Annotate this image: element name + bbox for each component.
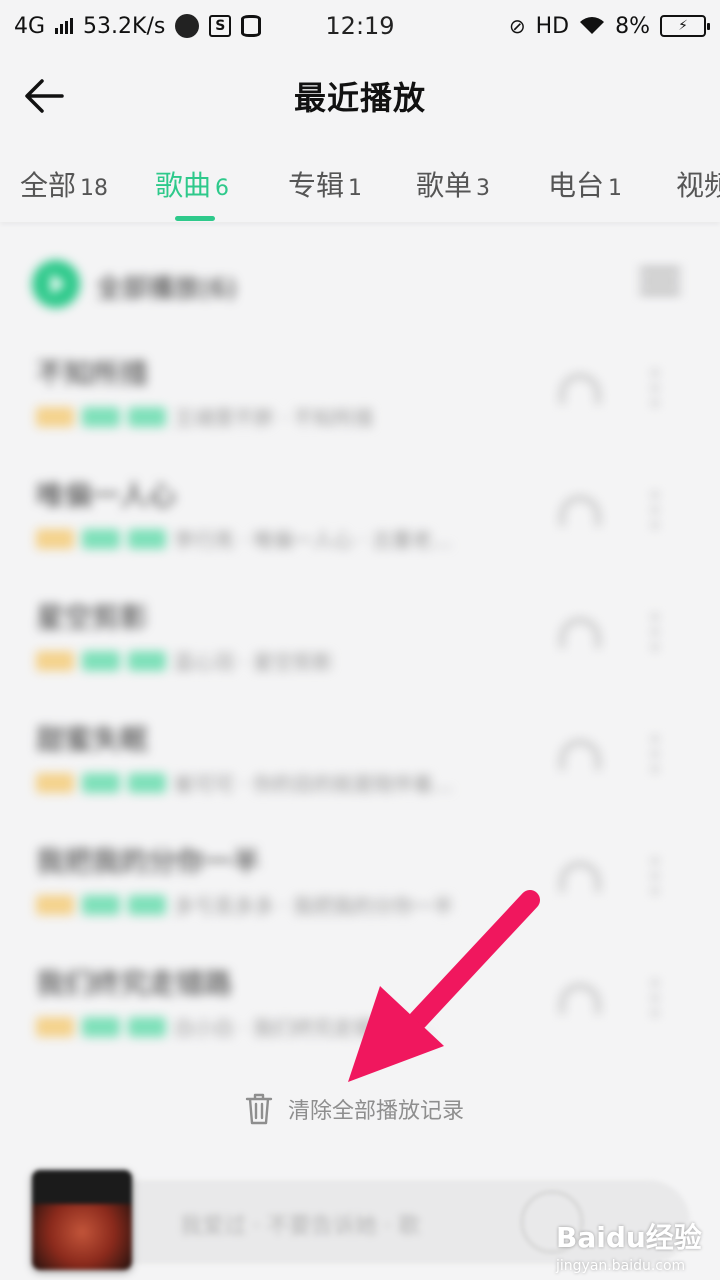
tab-all-count: 18 [80,176,109,201]
network-type: 4G [14,13,46,39]
song-subtitle: 李行亮 · 唯偏一人心 · 古董老… [174,528,453,552]
list-item[interactable]: 星空剪影 蓝心羽 · 星空剪影 [0,596,720,718]
tab-radio-count: 1 [608,176,623,201]
song-subtitle: 崔可可 · 你的目的就是陪伴着… [174,772,454,796]
song-subtitle: 王靖雯不胖 · 不知所措 [174,406,374,430]
mute-icon: ⊘ [508,14,526,38]
list-item[interactable]: 我们终究走错路 白小白 · 我们终究走错路 · … [0,962,720,1084]
hd-label: HD [535,13,570,39]
clear-history-label: 清除全部播放记录 [288,1099,465,1124]
headphone-icon [560,496,600,526]
watermark-logo: Baidu经验 [556,1221,702,1254]
song-subtitle: 白小白 · 我们终究走错路 · … [174,1016,433,1040]
tab-songs-count: 6 [215,176,230,201]
tab-playlists-label: 歌单 [416,169,473,202]
tab-songs-label: 歌曲 [155,169,212,202]
tab-albums-count: 1 [348,176,363,201]
song-meta: 李行亮 · 唯偏一人心 · 古董老… [36,524,452,553]
headphone-icon [560,374,600,404]
header: 最近播放 [0,52,720,140]
baidu-watermark: Baidu经验 jingyan.baidu.com [556,1216,702,1274]
tab-albums-label: 专辑 [288,169,345,202]
play-all-icon[interactable] [32,260,80,308]
song-meta: 崔可可 · 你的目的就是陪伴着… [36,768,453,797]
list-item[interactable]: 甜蜜失眠 崔可可 · 你的目的就是陪伴着… [0,718,720,840]
list-item[interactable]: 唯偏一人心 李行亮 · 唯偏一人心 · 古董老… [0,474,720,596]
song-list: 全部播放(6) 不知所措 王靖雯不胖 · 不知所措 唯偏一人心 李行亮 · 唯偏… [0,224,720,1154]
status-bar: 4G 53.2K/s S ⊘ HD 8% ⚡ [0,0,720,52]
network-speed: 53.2K/s [83,13,166,39]
headphone-icon [560,862,600,892]
database-icon [241,15,262,37]
more-icon[interactable] [652,980,660,1020]
wifi-icon [580,17,605,34]
tab-videos[interactable]: 视频 [676,164,720,204]
headphone-icon [560,984,600,1014]
play-all-label[interactable]: 全部播放(6) [96,268,237,305]
battery-icon: ⚡ [660,15,710,37]
song-meta: 蓝心羽 · 星空剪影 [36,646,333,675]
headphone-icon [560,740,600,770]
list-item[interactable]: 我把我的分你一半 多亏丢多多 · 我把我的分你一半 [0,840,720,962]
battery-percent: 8% [615,13,650,39]
signal-icon [55,18,74,34]
song-meta: 王靖雯不胖 · 不知所措 [36,402,373,431]
tab-all[interactable]: 全部 18 [20,164,108,204]
song-title: 不知所措 [36,357,149,390]
list-manage-icon[interactable] [640,268,680,298]
tab-radio-label: 电台 [548,169,605,202]
trash-icon [245,1093,273,1125]
active-tab-indicator [175,216,215,221]
song-subtitle: 蓝心羽 · 星空剪影 [174,650,334,674]
more-icon[interactable] [652,736,660,776]
tab-radio[interactable]: 电台 1 [548,164,622,204]
more-icon[interactable] [652,614,660,654]
back-arrow-icon[interactable] [22,74,66,118]
watermark-url: jingyan.baidu.com [556,1258,686,1274]
headphone-icon [560,618,600,648]
song-title: 甜蜜失眠 [36,723,149,756]
s-notification-icon: S [209,15,232,37]
tab-bar: 全部 18 歌曲 6 专辑 1 歌单 3 电台 1 视频 [0,140,720,222]
app-notification-icon [175,14,200,38]
song-title: 唯偏一人心 [36,479,177,512]
more-icon[interactable] [652,370,660,410]
list-item[interactable]: 不知所措 王靖雯不胖 · 不知所措 [0,352,720,474]
song-title: 我们终究走错路 [36,967,233,1000]
song-meta: 白小白 · 我们终究走错路 · … [36,1012,432,1041]
more-icon[interactable] [652,492,660,532]
now-playing-text: 我爱过 · 不要告诉她 · 歌 [180,1214,420,1239]
album-cover-top [32,1170,132,1204]
tab-all-label: 全部 [20,169,77,202]
more-icon[interactable] [652,858,660,898]
tab-videos-label: 视频 [676,169,720,202]
song-title: 星空剪影 [36,601,149,634]
clear-history-button[interactable]: 清除全部播放记录 [244,1092,464,1126]
tab-albums[interactable]: 专辑 1 [288,164,362,204]
song-subtitle: 多亏丢多多 · 我把我的分你一半 [174,894,454,918]
page-title: 最近播放 [293,79,426,117]
song-title: 我把我的分你一半 [36,845,261,878]
tab-playlists[interactable]: 歌单 3 [416,164,490,204]
tab-playlists-count: 3 [476,176,491,201]
tab-songs[interactable]: 歌曲 6 [155,164,229,204]
song-meta: 多亏丢多多 · 我把我的分你一半 [36,890,453,919]
